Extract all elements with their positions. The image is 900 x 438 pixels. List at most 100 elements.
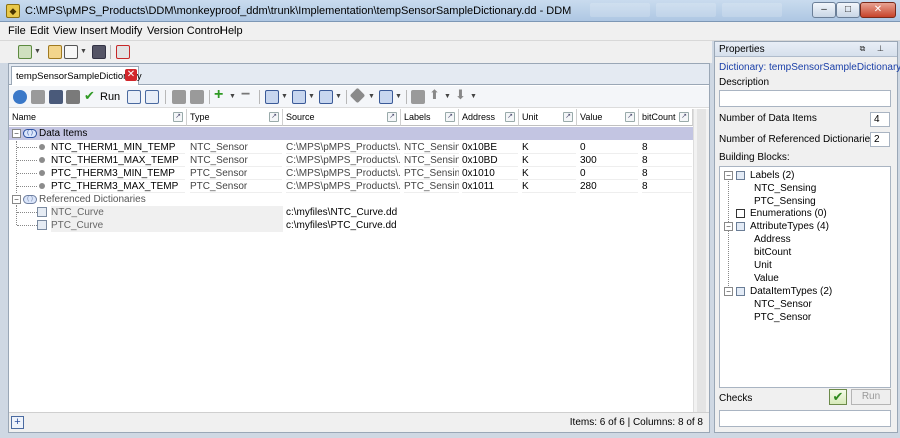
- close-window-button[interactable]: ✕: [860, 2, 896, 18]
- collapse-icon[interactable]: −: [724, 222, 733, 231]
- cell-source[interactable]: c:\myfiles\PTC_Curve.dd: [286, 219, 400, 232]
- save-icon[interactable]: [92, 45, 106, 59]
- cell-source[interactable]: C:\MPS\pMPS_Products\...: [286, 180, 400, 193]
- menu-file[interactable]: File: [8, 25, 26, 37]
- add-icon[interactable]: +: [214, 87, 228, 103]
- column-filter-icon[interactable]: ↗: [387, 112, 397, 122]
- copy-icon[interactable]: [64, 45, 78, 59]
- group-row-data-items[interactable]: − ( ) Data Items: [9, 127, 693, 140]
- group-icon[interactable]: [379, 90, 393, 104]
- menu-edit[interactable]: Edit: [30, 25, 49, 37]
- scrollbar-thumb[interactable]: [697, 109, 706, 431]
- column-filter-icon[interactable]: ↗: [679, 112, 689, 122]
- tree-leaf-data-item-type[interactable]: NTC_Sensor: [754, 299, 812, 310]
- column-filter-icon[interactable]: ↗: [269, 112, 279, 122]
- cell-address[interactable]: 0x10BE: [462, 141, 518, 154]
- run-button[interactable]: Run: [100, 91, 120, 103]
- table-row[interactable]: PTC_THERM3_MIN_TEMP PTC_Sensor C:\MPS\pM…: [9, 167, 693, 180]
- checks-ok-icon[interactable]: ✔: [829, 389, 847, 405]
- table-row[interactable]: NTC_THERM1_MIN_TEMP NTC_Sensor C:\MPS\pM…: [9, 141, 693, 154]
- group-dropdown-caret-icon[interactable]: ▼: [395, 93, 402, 100]
- column-header-type[interactable]: Type ↗: [187, 109, 283, 126]
- filter-dropdown-caret-icon[interactable]: ▼: [368, 93, 375, 100]
- menu-modify[interactable]: Modify: [110, 25, 142, 37]
- tree-leaf-attribute[interactable]: Address: [754, 234, 791, 245]
- cell-bitcount[interactable]: 8: [642, 180, 692, 193]
- rows-dropdown-caret-icon[interactable]: ▼: [335, 93, 342, 100]
- minimize-button[interactable]: –: [812, 2, 836, 18]
- tree-leaf-label[interactable]: PTC_Sensing: [754, 196, 816, 207]
- collapse-icon[interactable]: −: [724, 287, 733, 296]
- table-row[interactable]: PTC_Curve c:\myfiles\PTC_Curve.dd: [9, 219, 693, 232]
- cell-unit[interactable]: K: [522, 154, 576, 167]
- cell-name[interactable]: NTC_THERM1_MAX_TEMP: [51, 154, 185, 167]
- cell-bitcount[interactable]: 8: [642, 141, 692, 154]
- cell-address[interactable]: 0x1010: [462, 167, 518, 180]
- cell-labels[interactable]: NTC_Sensing: [404, 154, 459, 167]
- collapse-icon[interactable]: −: [12, 195, 21, 204]
- column-header-value[interactable]: Value ↗: [577, 109, 639, 126]
- add-item-button[interactable]: +: [11, 416, 24, 429]
- cell-value[interactable]: 0: [580, 141, 638, 154]
- cell-bitcount[interactable]: 8: [642, 154, 692, 167]
- columns-icon[interactable]: [292, 90, 306, 104]
- vertical-scrollbar[interactable]: [693, 109, 709, 431]
- tree-node-attribute-types[interactable]: AttributeTypes (4): [750, 221, 829, 232]
- cell-source[interactable]: C:\MPS\pMPS_Products\...: [286, 154, 400, 167]
- menu-help[interactable]: Help: [220, 25, 243, 37]
- view-layout-icon[interactable]: [265, 90, 279, 104]
- pin-panel-icon[interactable]: ⊥: [875, 44, 886, 55]
- cell-name[interactable]: NTC_THERM1_MIN_TEMP: [51, 141, 185, 154]
- rows-icon[interactable]: [319, 90, 333, 104]
- run-check-icon[interactable]: ✔: [84, 89, 98, 103]
- cell-unit[interactable]: K: [522, 180, 576, 193]
- cell-name[interactable]: PTC_Curve: [51, 219, 283, 232]
- tree-leaf-attribute[interactable]: Value: [754, 273, 779, 284]
- column-filter-icon[interactable]: ↗: [173, 112, 183, 122]
- checks-output-field[interactable]: [719, 410, 891, 427]
- table-row[interactable]: NTC_Curve c:\myfiles\NTC_Curve.dd: [9, 206, 693, 219]
- cell-name[interactable]: NTC_Curve: [51, 206, 283, 219]
- column-header-name[interactable]: Name ↗: [9, 109, 187, 126]
- copy-dropdown-caret-icon[interactable]: ▼: [80, 48, 87, 55]
- refresh-icon[interactable]: [13, 90, 27, 104]
- pdf-export-icon[interactable]: [116, 45, 130, 59]
- tree-node-data-item-types[interactable]: DataItemTypes (2): [750, 286, 832, 297]
- column-header-address[interactable]: Address ↗: [459, 109, 519, 126]
- column-filter-icon[interactable]: ↗: [505, 112, 515, 122]
- column-header-bitcount[interactable]: bitCount ↗: [639, 109, 693, 126]
- cell-labels[interactable]: PTC_Sensing: [404, 180, 459, 193]
- cell-address[interactable]: 0x10BD: [462, 154, 518, 167]
- filter-diamond-icon[interactable]: [349, 87, 366, 104]
- tree-leaf-label[interactable]: NTC_Sensing: [754, 183, 816, 194]
- maximize-button[interactable]: □: [836, 2, 860, 18]
- cell-value[interactable]: 300: [580, 154, 638, 167]
- float-panel-icon[interactable]: ⧉: [857, 44, 868, 55]
- table-row[interactable]: NTC_THERM1_MAX_TEMP NTC_Sensor C:\MPS\pM…: [9, 154, 693, 167]
- tree-leaf-data-item-type[interactable]: PTC_Sensor: [754, 312, 811, 323]
- cell-unit[interactable]: K: [522, 141, 576, 154]
- collapse-icon[interactable]: −: [724, 171, 733, 180]
- table-row[interactable]: PTC_THERM3_MAX_TEMP PTC_Sensor C:\MPS\pM…: [9, 180, 693, 193]
- columns-dropdown-caret-icon[interactable]: ▼: [308, 93, 315, 100]
- column-header-source[interactable]: Source ↗: [283, 109, 401, 126]
- tree-leaf-attribute[interactable]: bitCount: [754, 247, 791, 258]
- column-filter-icon[interactable]: ↗: [563, 112, 573, 122]
- cell-address[interactable]: 0x1011: [462, 180, 518, 193]
- cell-type[interactable]: PTC_Sensor: [190, 180, 282, 193]
- column-header-unit[interactable]: Unit ↗: [519, 109, 577, 126]
- cell-source[interactable]: C:\MPS\pMPS_Products\...: [286, 141, 400, 154]
- menu-version-control[interactable]: Version Control: [147, 25, 222, 37]
- cell-source[interactable]: C:\MPS\pMPS_Products\...: [286, 167, 400, 180]
- report-icon[interactable]: [127, 90, 141, 104]
- column-filter-icon[interactable]: ↗: [445, 112, 455, 122]
- cell-source[interactable]: c:\myfiles\NTC_Curve.dd: [286, 206, 400, 219]
- open-folder-icon[interactable]: [48, 45, 62, 59]
- cell-labels[interactable]: NTC_Sensing: [404, 141, 459, 154]
- cell-value[interactable]: 0: [580, 167, 638, 180]
- cell-unit[interactable]: K: [522, 167, 576, 180]
- column-header-labels[interactable]: Labels ↗: [401, 109, 459, 126]
- cell-value[interactable]: 280: [580, 180, 638, 193]
- tree-leaf-attribute[interactable]: Unit: [754, 260, 772, 271]
- menu-view[interactable]: View: [53, 25, 77, 37]
